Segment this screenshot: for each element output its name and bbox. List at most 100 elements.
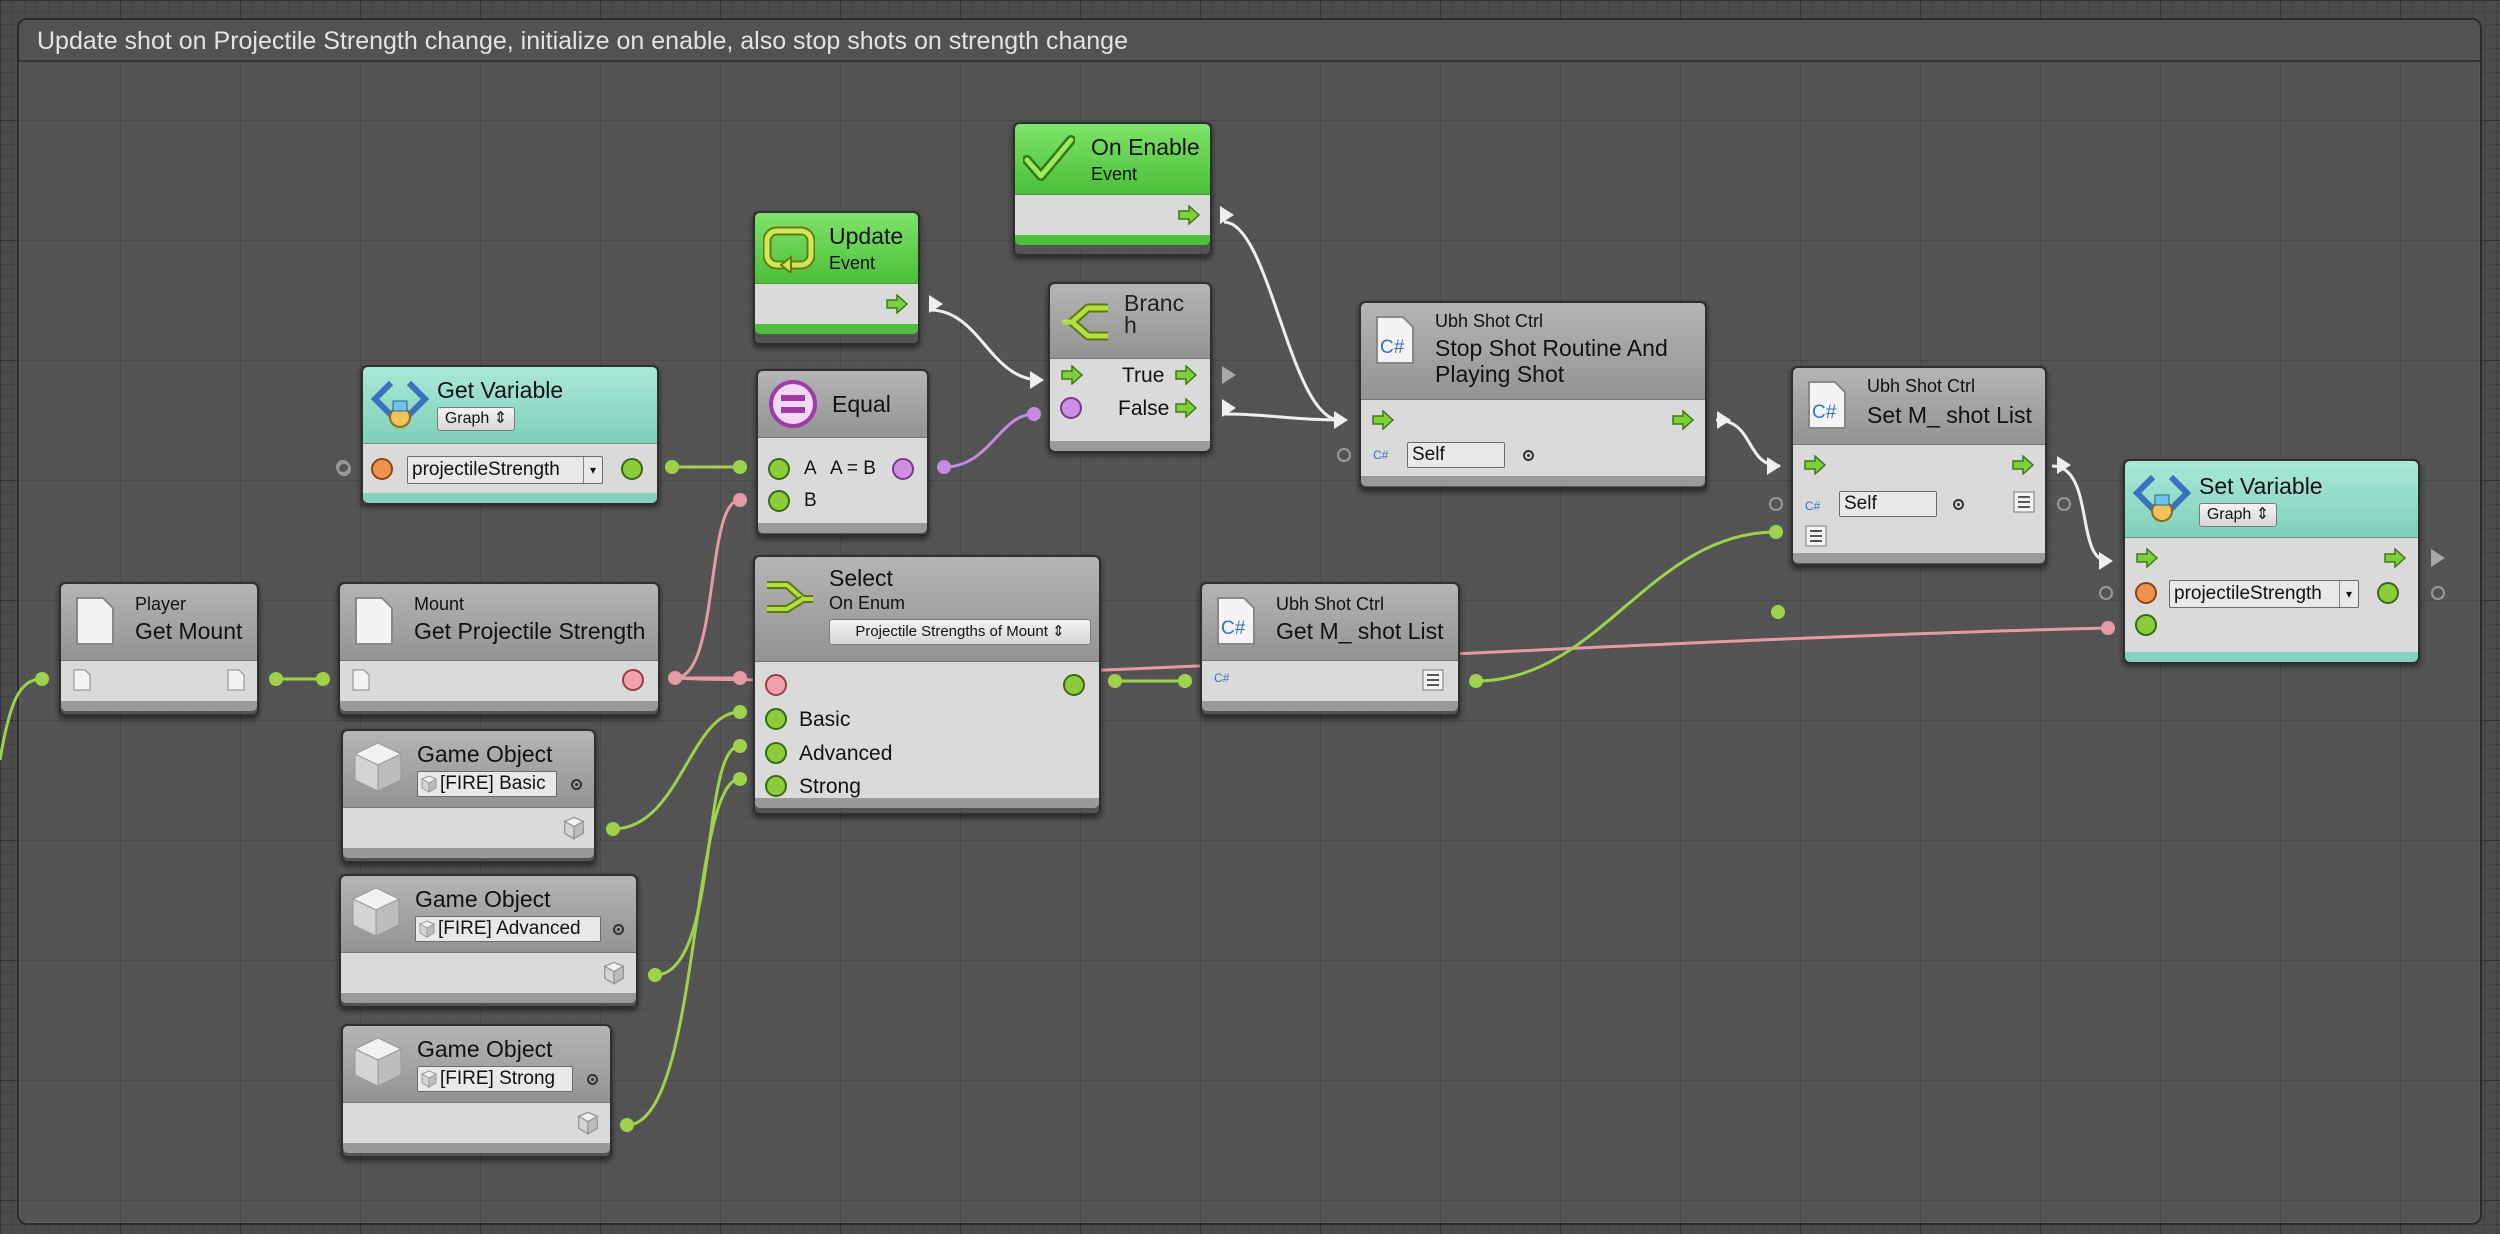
get-variable-node[interactable]: Get Variable Graph ⇕ projectileStrength ▾ (337, 365, 659, 504)
stop-shot-flow-output[interactable] (1717, 411, 1731, 429)
select-enum-input[interactable] (765, 674, 787, 696)
select-enum-port[interactable] (733, 671, 747, 685)
update-node[interactable]: Update Event (753, 211, 943, 345)
select-basic-input[interactable] (765, 708, 787, 730)
equal-b-port[interactable] (733, 493, 747, 507)
set-variable-value-output[interactable] (2431, 586, 2445, 600)
game-object-basic-value: [FIRE] Basic (440, 773, 546, 794)
equal-a-port[interactable] (733, 460, 747, 474)
game-object-basic-field[interactable]: [FIRE] Basic (417, 771, 557, 797)
select-advanced-input[interactable] (765, 742, 787, 764)
game-object-advanced-field[interactable]: [FIRE] Advanced (415, 916, 601, 942)
get-shot-list-output-port[interactable] (1469, 674, 1483, 688)
select-output[interactable] (1063, 674, 1085, 696)
equal-a-input[interactable] (768, 458, 790, 480)
select-node[interactable]: Select On Enum Projectile Strengths of M… (753, 555, 1101, 815)
set-shot-list-node[interactable]: C# Ubh Shot Ctrl Set M_ shot List C# Sel… (1769, 366, 2071, 619)
get-variable-output-port[interactable] (665, 460, 679, 474)
get-projectile-strength-output[interactable] (622, 669, 644, 691)
select-strong-port[interactable] (733, 772, 747, 786)
set-variable-value-port[interactable] (2101, 621, 2115, 635)
select-strong-label: Strong (799, 775, 861, 798)
set-variable-name-port[interactable] (2135, 582, 2157, 604)
set-shot-list-flow-input[interactable] (1767, 457, 1781, 475)
game-object-basic-output-port[interactable] (606, 822, 620, 836)
set-variable-name-field[interactable]: projectileStrength ▾ (2169, 580, 2359, 608)
get-mount-node[interactable]: Player Get Mount (59, 582, 259, 716)
get-mount-category: Player (135, 594, 187, 614)
branch-flow-input[interactable] (1030, 371, 1044, 389)
get-variable-output[interactable] (621, 458, 643, 480)
set-variable-output[interactable] (2377, 582, 2399, 604)
set-shot-list-self-field[interactable]: Self (1839, 491, 1937, 517)
flow-output-port[interactable] (1220, 206, 1234, 224)
stop-shot-self-input[interactable] (1337, 448, 1351, 462)
game-object-basic-node[interactable]: Game Object [FIRE] Basic (341, 729, 596, 863)
get-variable-name-field[interactable]: projectileStrength ▾ (407, 456, 603, 484)
svg-text:C#: C# (1221, 618, 1246, 639)
equal-b-input[interactable] (768, 490, 790, 512)
game-object-advanced-value: [FIRE] Advanced (438, 918, 581, 939)
set-variable-name-value: projectileStrength (2174, 583, 2322, 604)
get-shot-list-node[interactable]: C# Ubh Shot Ctrl Get M_ shot List C# (1200, 582, 1460, 716)
object-picker-icon[interactable] (1953, 499, 1964, 510)
document-small-icon (352, 669, 370, 691)
on-enable-node[interactable]: On Enable Event (1013, 122, 1234, 256)
set-shot-list-input-port[interactable] (1769, 525, 1783, 539)
set-variable-value-input[interactable] (2135, 614, 2157, 636)
equal-node[interactable]: Equal A A = B B (756, 369, 929, 536)
flow-output-icon (886, 294, 909, 314)
select-advanced-port[interactable] (733, 739, 747, 753)
object-picker-icon[interactable] (613, 924, 624, 935)
object-picker-icon[interactable] (1523, 450, 1534, 461)
object-picker-icon[interactable] (587, 1074, 598, 1085)
set-shot-list-title: Set M_ shot List (1867, 402, 2032, 428)
set-variable-node[interactable]: Set Variable Graph ⇕ projectileStrength ▾ (2099, 459, 2445, 663)
set-shot-list-output[interactable] (2057, 497, 2071, 511)
set-variable-scope-dropdown[interactable]: Graph ⇕ (2199, 503, 2277, 527)
get-shot-list-input-port[interactable] (1178, 674, 1192, 688)
set-shot-list-self-input[interactable] (1769, 497, 1783, 511)
equal-output[interactable] (892, 458, 914, 480)
stop-shot-flow-input[interactable] (1334, 411, 1348, 429)
flow-output-port[interactable] (929, 295, 943, 313)
select-enum-value: Projectile Strengths of Mount (855, 623, 1048, 640)
branch-node[interactable]: Branc h True False (1048, 282, 1236, 452)
branch-true-port[interactable] (1222, 366, 1236, 384)
stop-shot-node[interactable]: C# Ubh Shot Ctrl Stop Shot Routine And P… (1337, 301, 1731, 489)
chevron-down-icon[interactable]: ▾ (2339, 581, 2358, 607)
object-picker-icon[interactable] (571, 779, 582, 790)
get-variable-name-port[interactable] (371, 458, 393, 480)
get-variable-left-port[interactable] (336, 460, 350, 474)
game-object-advanced-output-port[interactable] (648, 968, 662, 982)
set-shot-list-list-input[interactable] (1771, 605, 1785, 619)
game-object-strong-output-port[interactable] (620, 1118, 634, 1132)
set-variable-flow-output[interactable] (2431, 549, 2445, 567)
set-shot-list-flow-output[interactable] (2057, 456, 2071, 474)
get-projectile-strength-output-port[interactable] (668, 671, 682, 685)
set-variable-name-input[interactable] (2099, 586, 2113, 600)
branch-condition-port[interactable] (1027, 407, 1041, 421)
flow-output-icon (1178, 205, 1201, 225)
game-object-strong-field[interactable]: [FIRE] Strong (417, 1066, 573, 1092)
get-projectile-strength-node[interactable]: Mount Get Projectile Strength (338, 582, 660, 716)
chevron-down-icon[interactable]: ▾ (583, 457, 602, 483)
set-variable-flow-input[interactable] (2099, 552, 2113, 570)
svg-text:C#: C# (1812, 402, 1837, 423)
equal-output-port[interactable] (937, 460, 951, 474)
stop-shot-self-field[interactable]: Self (1407, 442, 1505, 468)
game-object-strong-node[interactable]: Game Object [FIRE] Strong (341, 1024, 612, 1158)
select-output-port[interactable] (1108, 674, 1122, 688)
branch-false-port[interactable] (1222, 399, 1236, 417)
get-mount-input-port[interactable] (35, 672, 49, 686)
game-object-advanced-node[interactable]: Game Object [FIRE] Advanced (339, 874, 638, 1008)
select-basic-port[interactable] (733, 705, 747, 719)
get-variable-title: Get Variable (437, 377, 564, 403)
get-variable-scope-dropdown[interactable]: Graph ⇕ (437, 407, 515, 431)
get-mount-output-port[interactable] (269, 672, 283, 686)
flow-output-icon (2012, 455, 2035, 475)
get-projectile-strength-input-port[interactable] (316, 672, 330, 686)
select-enum-dropdown[interactable]: Projectile Strengths of Mount ⇕ (829, 619, 1091, 645)
branch-condition-input[interactable] (1060, 397, 1082, 419)
select-strong-input[interactable] (765, 775, 787, 797)
